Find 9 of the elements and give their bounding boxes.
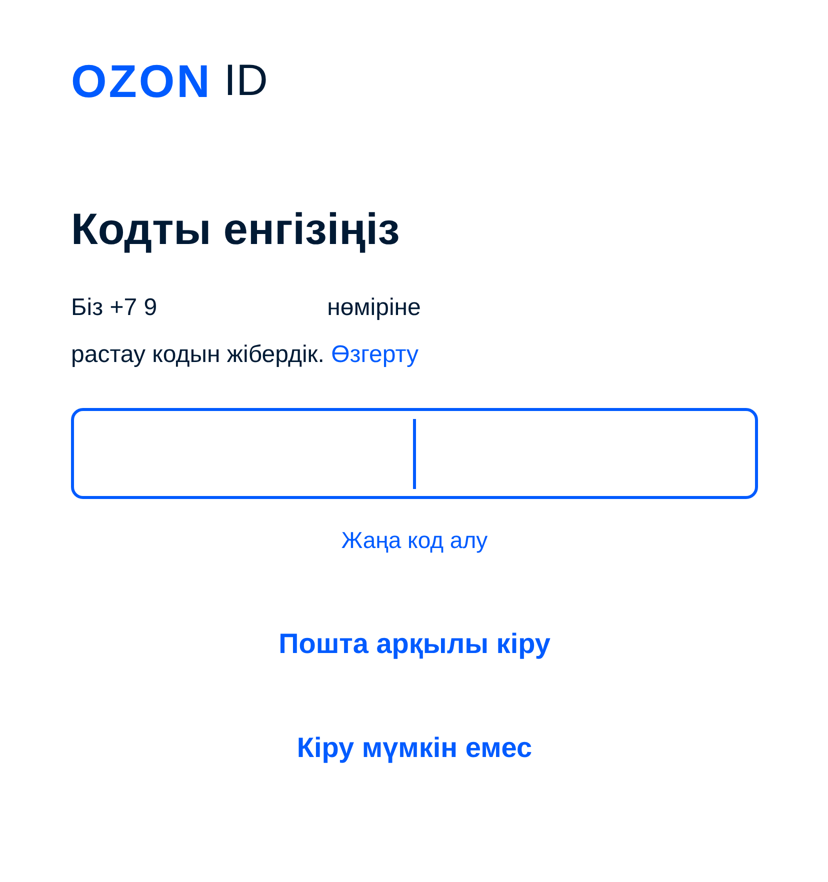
code-input-field[interactable] — [71, 408, 758, 499]
text-link[interactable]: Кіру мүмкін емес — [296, 731, 532, 765]
text-link[interactable]: Пошта арқылы кіру — [278, 627, 550, 661]
logo-brand: OZON — [71, 58, 212, 104]
confirmation-message: Біз +7 9 нөміріне растау кодын жібердік. Өзгерту — [71, 293, 422, 370]
page-title: Кодты енгізіңіз — [71, 204, 400, 256]
text-link[interactable]: Жаңа код алу — [341, 523, 488, 557]
logo-suffix: ID — [224, 59, 268, 103]
change-link[interactable]: Өзгерту — [331, 341, 418, 368]
